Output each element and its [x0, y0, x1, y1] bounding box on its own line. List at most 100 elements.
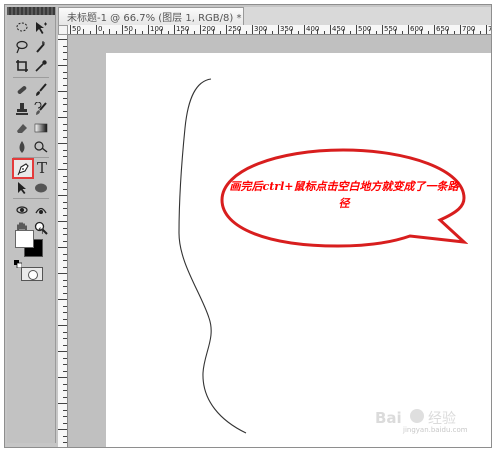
ruler-tick	[63, 78, 67, 79]
quick-mask-button[interactable]	[21, 267, 43, 281]
ruler-tick	[63, 234, 67, 235]
ruler-minor-tick	[219, 31, 221, 34]
ruler-tick	[63, 279, 67, 281]
ruler-minor-tick	[206, 31, 208, 34]
type-icon[interactable]: T	[33, 160, 51, 177]
ruler-tick	[58, 273, 67, 274]
history-brush-icon[interactable]	[32, 100, 50, 117]
ruler-origin[interactable]	[58, 25, 68, 35]
gradient-icon[interactable]	[32, 119, 50, 136]
ruler-minor-tick	[375, 31, 377, 34]
ruler-minor-tick	[265, 29, 266, 34]
ruler-tick	[63, 383, 67, 385]
ruler-tick	[58, 403, 67, 404]
document-tab-title: 未标题-1 @ 66.7% (图层 1, RGB/8) *	[67, 13, 242, 24]
ruler-tick	[174, 25, 175, 34]
3d-orbit-icon[interactable]	[32, 201, 50, 218]
foreground-color-swatch[interactable]	[15, 230, 34, 248]
document-tab[interactable]: 未标题-1 @ 66.7% (图层 1, RGB/8) *	[58, 7, 244, 25]
ruler-minor-tick	[336, 31, 338, 34]
horizontal-ruler[interactable]: 50 0 50 100 150 200 250 300 350 400 450 500 550 600 65…	[68, 25, 491, 35]
eyedropper-icon[interactable]	[32, 57, 50, 74]
3d-rotate-icon[interactable]	[13, 201, 31, 218]
pen-icon[interactable]	[12, 158, 34, 179]
ruler-minor-tick	[291, 29, 292, 34]
ruler-tick	[58, 65, 67, 66]
ruler-tick	[63, 409, 67, 411]
ruler-minor-tick	[115, 31, 117, 34]
ruler-tick	[58, 39, 67, 40]
ruler-tick	[356, 25, 357, 34]
ruler-minor-tick	[180, 31, 182, 34]
ruler-tick	[63, 442, 67, 443]
vertical-ruler[interactable]	[58, 35, 68, 447]
ruler-tick	[63, 422, 67, 424]
ruler-tick	[122, 25, 123, 34]
ruler-tick	[63, 240, 67, 242]
ruler-minor-tick	[83, 29, 84, 34]
ruler-tick	[63, 104, 67, 105]
ruler-minor-tick	[239, 29, 240, 34]
ruler-tick	[63, 214, 67, 216]
ruler-tick	[58, 169, 67, 170]
eraser-icon[interactable]	[13, 119, 31, 136]
svg-text:Bai: Bai	[375, 409, 402, 427]
tab-bar	[244, 7, 491, 26]
ruler-tick	[63, 305, 67, 307]
brush-icon[interactable]	[32, 81, 50, 98]
ruler-tick	[408, 25, 409, 34]
tools-panel: T ↰	[7, 7, 56, 443]
blur-icon[interactable]	[13, 138, 31, 155]
ruler-minor-tick	[362, 31, 364, 34]
magic-wand-icon[interactable]	[32, 38, 50, 55]
path-selection-icon[interactable]	[13, 179, 31, 196]
ruler-minor-tick	[421, 29, 422, 34]
ruler-minor-tick	[141, 31, 143, 34]
ruler-minor-tick	[193, 31, 195, 34]
ruler-minor-tick	[453, 31, 455, 34]
ruler-minor-tick	[102, 31, 104, 34]
ruler-tick	[63, 286, 67, 287]
ruler-tick	[63, 208, 67, 209]
ruler-tick	[63, 162, 67, 164]
ruler-tick	[58, 351, 67, 352]
healing-brush-icon[interactable]	[13, 81, 31, 98]
ruler-minor-tick	[414, 31, 416, 34]
canvas[interactable]	[106, 53, 491, 447]
ruler-minor-tick	[343, 29, 344, 34]
ruler-tick	[58, 377, 67, 378]
tool-separator	[13, 157, 49, 158]
ruler-minor-tick	[310, 31, 312, 34]
ruler-minor-tick	[213, 29, 214, 34]
ruler-minor-tick	[154, 31, 156, 34]
ellipse-icon[interactable]	[32, 179, 50, 196]
swap-colors-icon[interactable]: ↰	[37, 227, 45, 237]
ruler-tick	[252, 25, 253, 34]
panel-grip[interactable]	[7, 7, 55, 15]
ruler-minor-tick	[167, 31, 169, 34]
ruler-tick	[63, 71, 67, 73]
move-icon[interactable]	[32, 19, 50, 36]
svg-text:经验: 经验	[428, 411, 456, 427]
clone-stamp-icon[interactable]	[13, 100, 31, 117]
ruler-minor-tick	[258, 31, 260, 34]
dodge-icon[interactable]	[32, 138, 50, 155]
lasso-icon[interactable]	[13, 19, 31, 36]
ruler-tick	[330, 25, 331, 34]
ruler-tick	[63, 156, 67, 157]
ruler-tick	[96, 25, 97, 34]
crop-icon[interactable]	[13, 57, 31, 74]
path-stroke	[178, 78, 247, 434]
default-colors-icon[interactable]	[14, 253, 23, 269]
ruler-minor-tick	[369, 29, 370, 34]
ruler-tick	[63, 253, 67, 255]
ruler-minor-tick	[297, 31, 299, 34]
ruler-tick	[226, 25, 227, 34]
ruler-minor-tick	[245, 31, 247, 34]
ruler-tick	[63, 110, 67, 112]
ruler-tick	[63, 390, 67, 391]
ruler-tick	[63, 344, 67, 346]
ruler-tick	[434, 25, 435, 34]
ruler-label: 750	[488, 25, 491, 33]
quick-selection-icon[interactable]	[13, 38, 31, 55]
